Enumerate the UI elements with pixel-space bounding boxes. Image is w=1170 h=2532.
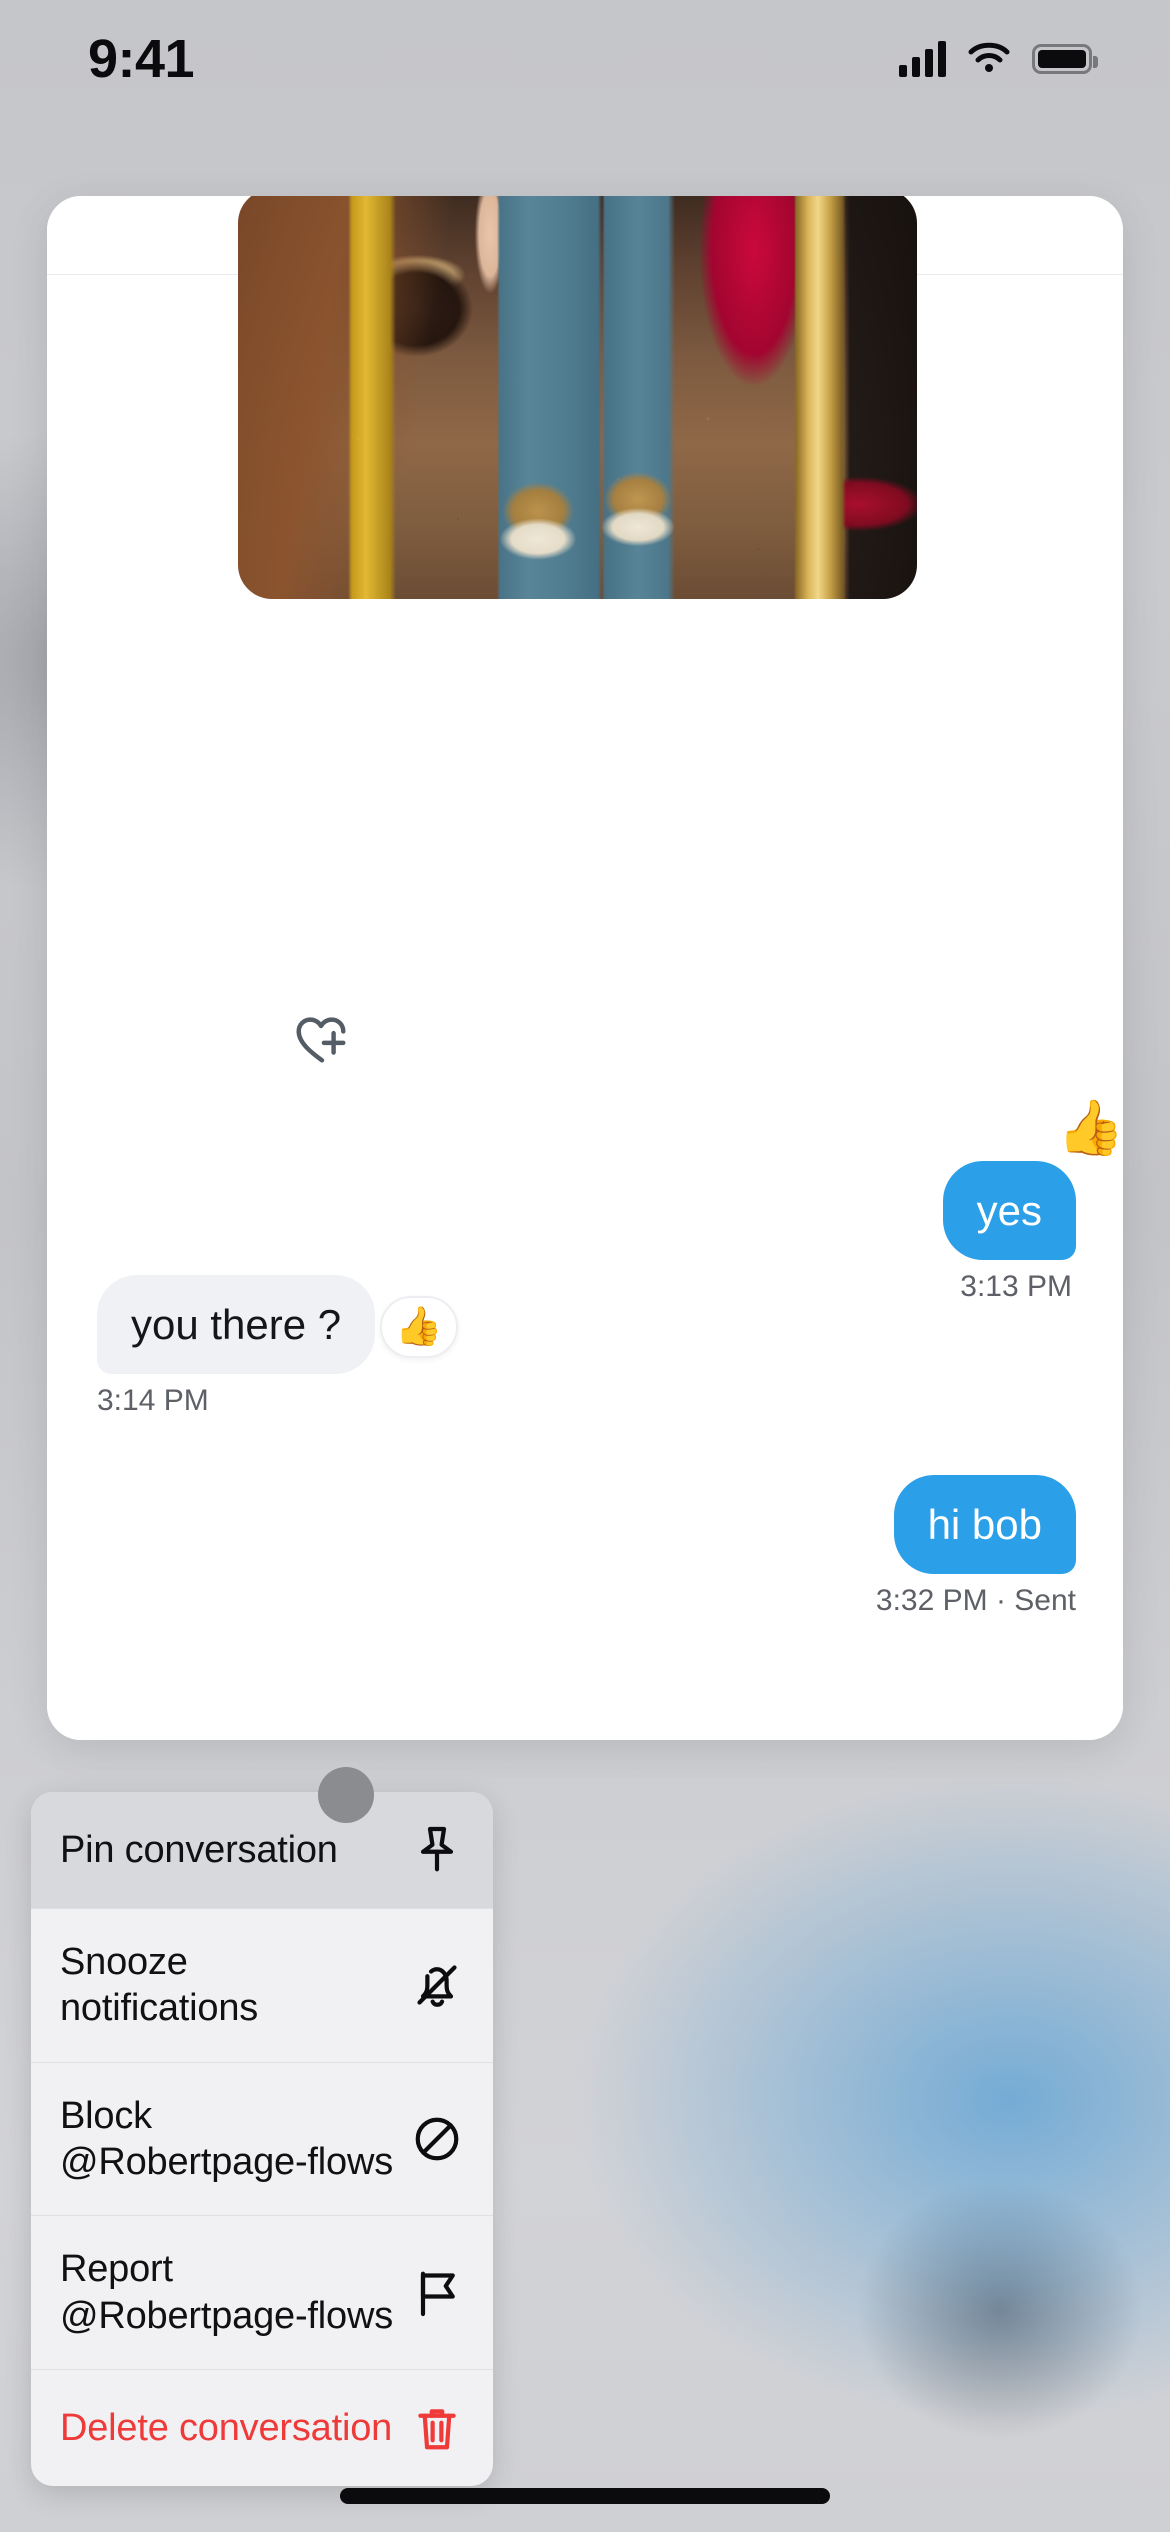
signal-bars-icon xyxy=(899,41,946,77)
menu-item-label: Pin conversation xyxy=(60,1828,338,1871)
menu-item-pin-conversation[interactable]: Pin conversation xyxy=(31,1792,493,1909)
message-timestamp-status: 3:32 PM · Sent xyxy=(875,1584,1076,1618)
conversation-card: Robert Jonas 👍 yes 3:13 PM you there ? 👍… xyxy=(47,196,1123,1740)
menu-item-snooze-notifications[interactable]: Snooze notifications xyxy=(31,1909,493,2063)
flag-icon xyxy=(409,2265,465,2321)
message-image-bubble[interactable] xyxy=(238,196,917,599)
wifi-icon xyxy=(968,41,1010,78)
menu-item-report-user[interactable]: Report @Robertpage-flows xyxy=(31,2216,493,2371)
message-reaction-chip[interactable]: 👍 xyxy=(379,1296,458,1358)
menu-item-block-user[interactable]: Block @Robertpage-flows xyxy=(31,2063,493,2217)
trash-icon xyxy=(409,2400,465,2456)
heart-plus-icon[interactable] xyxy=(290,1007,352,1069)
touch-press-indicator xyxy=(318,1767,374,1823)
message-row-outgoing-hi-bob: hi bob 3:32 PM · Sent xyxy=(47,1475,1076,1618)
menu-item-delete-conversation[interactable]: Delete conversation xyxy=(31,2370,493,2486)
block-circle-slash-icon xyxy=(409,2111,465,2167)
pin-icon xyxy=(409,1822,465,1878)
status-bar-clock: 9:41 xyxy=(88,29,195,89)
message-row-incoming-you-there: you there ? 👍 3:14 PM xyxy=(97,1275,1123,1418)
message-bubble[interactable]: hi bob xyxy=(893,1475,1076,1575)
battery-full-icon xyxy=(1032,44,1098,74)
menu-item-label: Block @Robertpage-flows xyxy=(60,2094,393,2184)
menu-item-label: Snooze notifications xyxy=(60,1941,259,2030)
conversation-action-sheet[interactable]: Pin conversation Snooze notifications Bl… xyxy=(31,1792,493,2487)
message-bubble[interactable]: yes xyxy=(942,1161,1076,1261)
home-indicator[interactable] xyxy=(340,2488,830,2504)
menu-item-label: Report @Robertpage-flows xyxy=(60,2248,393,2337)
photo-texture-overlay xyxy=(238,196,917,599)
status-bar: 9:41 xyxy=(0,0,1170,118)
message-timestamp: 3:14 PM xyxy=(97,1384,209,1418)
message-list[interactable]: 👍 yes 3:13 PM you there ? 👍 3:14 PM hi b… xyxy=(47,196,1123,1740)
message-reaction-thumbs-up[interactable]: 👍 xyxy=(1057,1101,1123,1155)
message-bubble[interactable]: you there ? xyxy=(97,1275,376,1375)
menu-item-label: Delete conversation xyxy=(60,2406,393,2449)
bell-slash-icon xyxy=(409,1957,465,2013)
status-bar-icons xyxy=(899,41,1098,78)
